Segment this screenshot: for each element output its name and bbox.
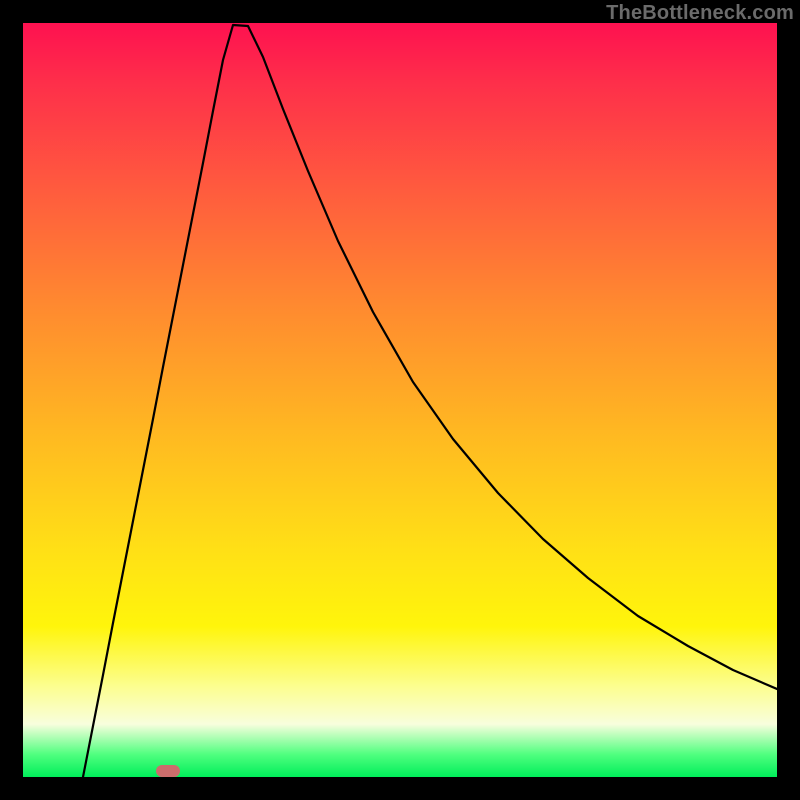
minimum-marker bbox=[156, 765, 180, 777]
chart-frame: TheBottleneck.com bbox=[0, 0, 800, 800]
plot-area bbox=[23, 23, 777, 777]
watermark-text: TheBottleneck.com bbox=[606, 2, 794, 25]
bottleneck-curve bbox=[23, 23, 777, 777]
